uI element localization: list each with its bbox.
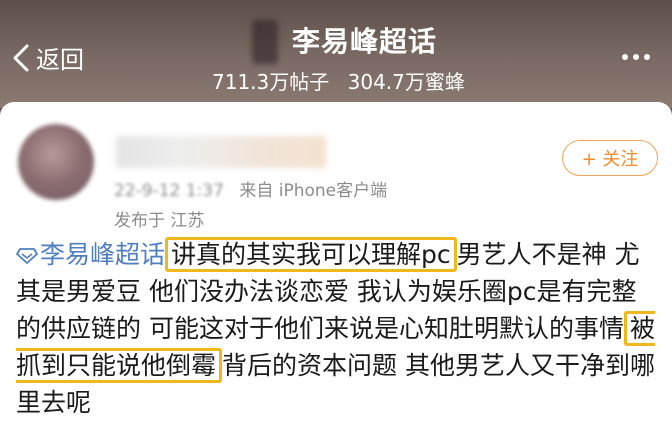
diamond-icon [16,248,38,264]
blurred-username [116,136,326,168]
topic-link[interactable]: 李易峰超话 [16,240,165,269]
topic-label: 李易峰超话 [40,240,166,269]
blurred-topic-avatar [252,20,278,64]
back-label: 返回 [36,46,84,74]
more-options-icon[interactable] [622,54,650,60]
post-card: 22-9-12 1:37 来自 iPhone客户端 发布于 江苏 + 关注 李易… [0,102,672,442]
back-button[interactable]: 返回 [12,40,84,75]
post-location: 发布于 江苏 [114,211,205,231]
fan-count: 304.7万蜜蜂 [347,70,465,94]
post-count: 711.3万帖子 [212,70,330,94]
top-header: 返回 李易峰超话 711.3万帖子 304.7万蜜蜂 [0,0,672,108]
highlighted-text-1: 讲真的其实我可以理解pc [165,237,457,272]
post-meta: 22-9-12 1:37 来自 iPhone客户端 [114,176,387,201]
post-timestamp: 22-9-12 1:37 [114,181,224,201]
chevron-left-icon [13,44,29,71]
post-body: 李易峰超话 讲真的其实我可以理解pc 男艺人不是神 尤其是男爱豆 他们没办法谈恋爱 … [16,236,658,421]
avatar[interactable] [18,124,94,200]
post-source: 来自 iPhone客户端 [239,181,388,201]
page-title: 李易峰超话 [292,25,438,58]
topic-stats: 711.3万帖子 304.7万蜜蜂 [212,66,465,95]
follow-button[interactable]: + 关注 [562,140,658,176]
